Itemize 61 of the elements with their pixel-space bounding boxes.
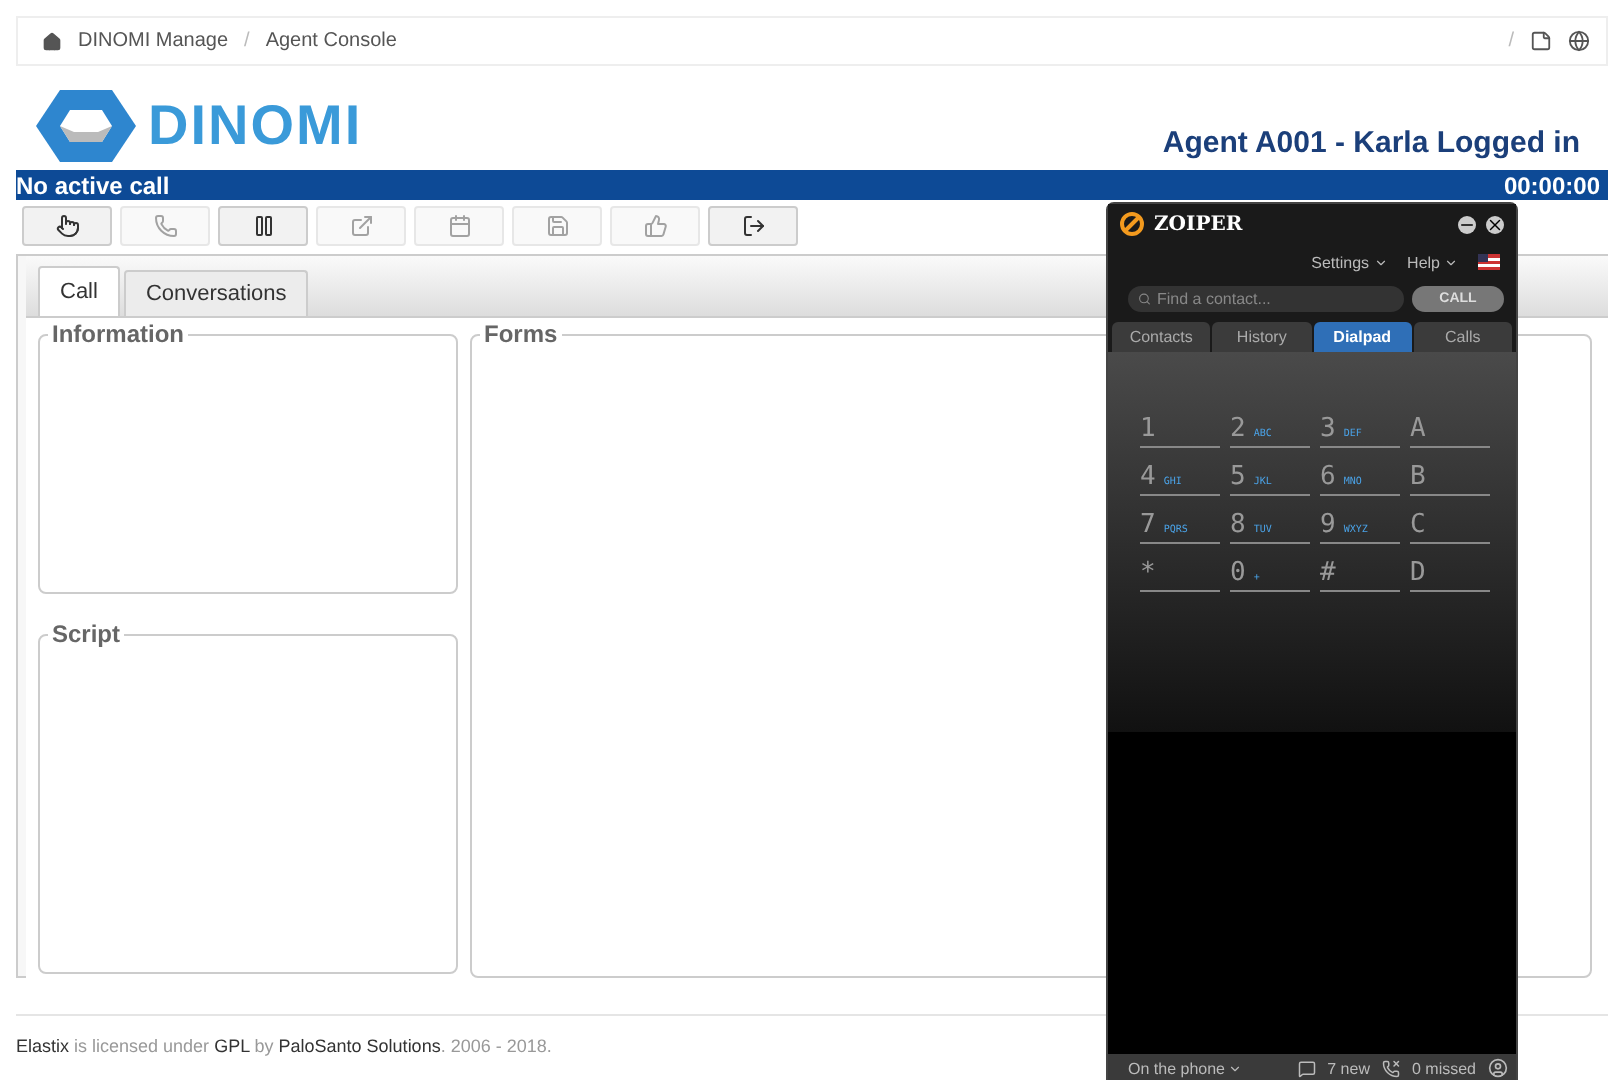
window-title: ZOIPER <box>1154 213 1243 235</box>
dialpad-key[interactable]: D <box>1410 556 1490 592</box>
thumb-icon <box>643 214 667 238</box>
dialpad-key[interactable]: B <box>1410 460 1490 496</box>
hand-icon <box>55 214 79 238</box>
dialpad-key[interactable]: A <box>1410 412 1490 448</box>
message-icon <box>1297 1059 1316 1077</box>
panel-title: Information <box>48 320 188 348</box>
call-status: No active call <box>16 171 170 199</box>
pause-button[interactable] <box>218 206 308 246</box>
home-icon[interactable] <box>42 31 62 51</box>
tab[interactable]: Contacts <box>1112 322 1211 352</box>
panel-title: Script <box>48 620 125 648</box>
dialpad-key[interactable]: C <box>1410 508 1490 544</box>
dialpad-key[interactable]: # <box>1320 556 1400 592</box>
user-icon[interactable] <box>1488 1058 1508 1078</box>
missed-count: 0 missed <box>1411 1059 1476 1077</box>
pause-icon <box>251 214 275 238</box>
note-icon[interactable] <box>1530 30 1552 52</box>
contact-search-field[interactable]: Find a contact... <box>1156 290 1394 308</box>
logout-icon <box>741 214 765 238</box>
logo-text: DINOMI <box>148 94 363 158</box>
globe-icon[interactable] <box>1568 30 1590 52</box>
hexagon-logo-icon <box>36 88 136 164</box>
contact-search-box[interactable]: Find a contact... <box>1128 286 1404 312</box>
footer-link[interactable]: Elastix <box>16 1036 70 1056</box>
panel-title: Forms <box>480 320 562 348</box>
footer-link[interactable]: GPL <box>214 1036 250 1056</box>
missed-call-icon <box>1381 1059 1400 1077</box>
footer-link[interactable]: PaloSanto Solutions <box>278 1036 441 1056</box>
tab[interactable]: Calls <box>1413 322 1512 352</box>
flag-icon[interactable] <box>1478 254 1500 270</box>
separator: / <box>1508 30 1514 52</box>
tab[interactable]: Call <box>38 266 120 316</box>
menu-button[interactable]: Settings <box>1311 253 1388 271</box>
calendar-icon <box>447 214 471 238</box>
license-text: Elastix is licensed under GPL by PaloSanto Solutions. 2006 - 2018. <box>16 1036 552 1056</box>
hand-button[interactable] <box>22 206 112 246</box>
caret-icon <box>1444 255 1458 269</box>
search-icon <box>1138 292 1151 306</box>
caret-icon <box>1228 1061 1243 1075</box>
breadcrumb-current: Agent Console <box>265 30 397 52</box>
dialpad-key[interactable]: 1 <box>1140 412 1220 448</box>
agent-status: Agent A001 - Karla Logged in <box>1162 125 1580 159</box>
call-timer: 00:00:00 <box>1503 171 1600 199</box>
dialpad-key[interactable]: * <box>1140 556 1220 592</box>
phone-icon <box>153 214 177 238</box>
tab[interactable]: History <box>1212 322 1311 352</box>
presence-button[interactable]: On the phone <box>1128 1059 1243 1077</box>
external-icon <box>349 214 373 238</box>
menu-button[interactable]: Help <box>1407 253 1458 271</box>
tab[interactable]: Conversations <box>123 270 309 316</box>
caret-icon <box>1373 255 1388 269</box>
logout-button[interactable] <box>708 206 798 246</box>
save-icon <box>545 214 569 238</box>
close-icon[interactable] <box>1486 215 1504 233</box>
tab[interactable]: Dialpad <box>1313 322 1412 352</box>
new-count: 7 new <box>1327 1059 1370 1077</box>
separator: / <box>244 30 250 52</box>
breadcrumb-link[interactable]: DINOMI Manage <box>78 30 229 52</box>
minimize-icon[interactable] <box>1458 215 1476 233</box>
